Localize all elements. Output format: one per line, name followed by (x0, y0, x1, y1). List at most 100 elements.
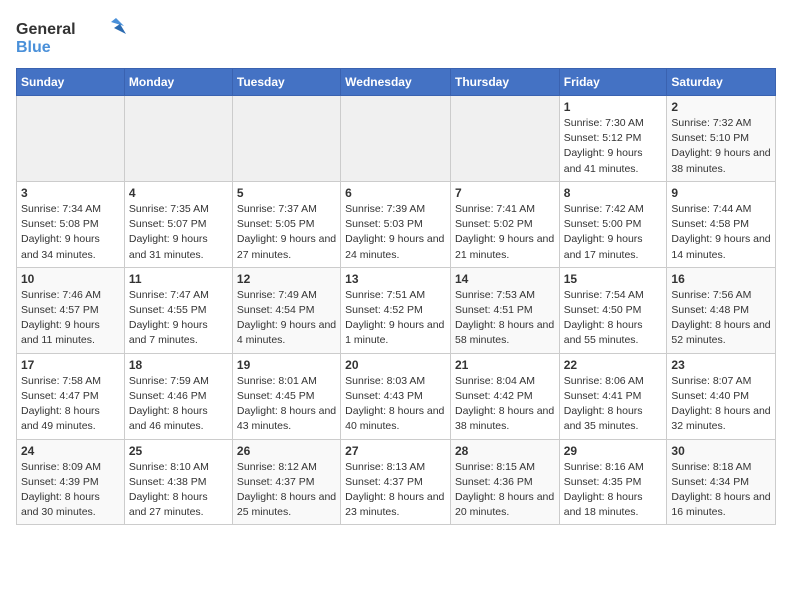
day-number: 29 (564, 444, 663, 458)
day-number: 23 (671, 358, 771, 372)
calendar-cell: 7 Sunrise: 7:41 AM Sunset: 5:02 PM Daylig… (450, 181, 559, 267)
calendar-cell: 6Sunrise: 7:39 AM Sunset: 5:03 PM Daylig… (341, 181, 451, 267)
day-number: 5 (237, 186, 336, 200)
day-info: Sunrise: 7:32 AM Sunset: 5:10 PM Dayligh… (671, 116, 771, 177)
day-info: Sunrise: 8:06 AM Sunset: 4:41 PM Dayligh… (564, 374, 663, 435)
calendar-cell: 2 Sunrise: 7:32 AM Sunset: 5:10 PM Daylig… (667, 96, 776, 182)
day-number: 27 (345, 444, 446, 458)
calendar-cell: 4Sunrise: 7:35 AM Sunset: 5:07 PM Daylig… (124, 181, 232, 267)
day-info: Sunrise: 8:10 AM Sunset: 4:38 PM Dayligh… (129, 460, 228, 521)
day-number: 6 (345, 186, 446, 200)
day-number: 19 (237, 358, 336, 372)
day-number: 11 (129, 272, 228, 286)
week-row-4: 17 Sunrise: 7:58 AM Sunset: 4:47 PM Dayli… (17, 353, 776, 439)
calendar-cell (450, 96, 559, 182)
calendar-cell: 8 Sunrise: 7:42 AM Sunset: 5:00 PM Daylig… (559, 181, 667, 267)
day-info: Sunrise: 7:56 AM Sunset: 4:48 PM Dayligh… (671, 288, 771, 349)
day-number: 30 (671, 444, 771, 458)
day-info: Sunrise: 7:47 AM Sunset: 4:55 PM Dayligh… (129, 288, 228, 349)
calendar-cell: 19 Sunrise: 8:01 AM Sunset: 4:45 PM Dayli… (232, 353, 340, 439)
weekday-header-row: SundayMondayTuesdayWednesdayThursdayFrid… (17, 69, 776, 96)
calendar-cell: 1 Sunrise: 7:30 AM Sunset: 5:12 PM Daylig… (559, 96, 667, 182)
day-info: Sunrise: 8:13 AM Sunset: 4:37 PM Dayligh… (345, 460, 446, 521)
day-number: 12 (237, 272, 336, 286)
calendar-cell: 23Sunrise: 8:07 AM Sunset: 4:40 PM Dayli… (667, 353, 776, 439)
day-number: 21 (455, 358, 555, 372)
svg-text:General: General (16, 21, 76, 38)
day-number: 25 (129, 444, 228, 458)
calendar-cell: 27 Sunrise: 8:13 AM Sunset: 4:37 PM Dayli… (341, 439, 451, 525)
day-number: 3 (21, 186, 120, 200)
calendar-cell: 30 Sunrise: 8:18 AM Sunset: 4:34 PM Dayli… (667, 439, 776, 525)
day-info: Sunrise: 7:51 AM Sunset: 4:52 PM Dayligh… (345, 288, 446, 349)
svg-text:Blue: Blue (16, 39, 51, 56)
logo: GeneralBlue (16, 16, 126, 58)
day-number: 22 (564, 358, 663, 372)
day-number: 26 (237, 444, 336, 458)
day-info: Sunrise: 8:12 AM Sunset: 4:37 PM Dayligh… (237, 460, 336, 521)
day-info: Sunrise: 7:42 AM Sunset: 5:00 PM Dayligh… (564, 202, 663, 263)
week-row-2: 3 Sunrise: 7:34 AM Sunset: 5:08 PM Daylig… (17, 181, 776, 267)
day-info: Sunrise: 8:18 AM Sunset: 4:34 PM Dayligh… (671, 460, 771, 521)
day-info: Sunrise: 8:09 AM Sunset: 4:39 PM Dayligh… (21, 460, 120, 521)
day-info: Sunrise: 7:46 AM Sunset: 4:57 PM Dayligh… (21, 288, 120, 349)
weekday-header-tuesday: Tuesday (232, 69, 340, 96)
day-info: Sunrise: 7:34 AM Sunset: 5:08 PM Dayligh… (21, 202, 120, 263)
calendar-cell: 22 Sunrise: 8:06 AM Sunset: 4:41 PM Dayli… (559, 353, 667, 439)
day-info: Sunrise: 8:01 AM Sunset: 4:45 PM Dayligh… (237, 374, 336, 435)
week-row-5: 24 Sunrise: 8:09 AM Sunset: 4:39 PM Dayli… (17, 439, 776, 525)
day-number: 8 (564, 186, 663, 200)
calendar-cell: 24 Sunrise: 8:09 AM Sunset: 4:39 PM Dayli… (17, 439, 125, 525)
weekday-header-monday: Monday (124, 69, 232, 96)
day-info: Sunrise: 7:59 AM Sunset: 4:46 PM Dayligh… (129, 374, 228, 435)
weekday-header-friday: Friday (559, 69, 667, 96)
day-info: Sunrise: 7:53 AM Sunset: 4:51 PM Dayligh… (455, 288, 555, 349)
calendar-cell: 25 Sunrise: 8:10 AM Sunset: 4:38 PM Dayli… (124, 439, 232, 525)
calendar-cell: 16 Sunrise: 7:56 AM Sunset: 4:48 PM Dayli… (667, 267, 776, 353)
weekday-header-wednesday: Wednesday (341, 69, 451, 96)
day-number: 16 (671, 272, 771, 286)
day-number: 24 (21, 444, 120, 458)
calendar-cell: 13Sunrise: 7:51 AM Sunset: 4:52 PM Dayli… (341, 267, 451, 353)
calendar-cell (17, 96, 125, 182)
calendar-cell (124, 96, 232, 182)
day-number: 17 (21, 358, 120, 372)
day-number: 15 (564, 272, 663, 286)
day-number: 1 (564, 100, 663, 114)
day-number: 14 (455, 272, 555, 286)
day-number: 4 (129, 186, 228, 200)
weekday-header-saturday: Saturday (667, 69, 776, 96)
week-row-1: 1 Sunrise: 7:30 AM Sunset: 5:12 PM Daylig… (17, 96, 776, 182)
calendar-cell: 29Sunrise: 8:16 AM Sunset: 4:35 PM Dayli… (559, 439, 667, 525)
calendar-cell: 5Sunrise: 7:37 AM Sunset: 5:05 PM Daylig… (232, 181, 340, 267)
calendar-cell: 12 Sunrise: 7:49 AM Sunset: 4:54 PM Dayli… (232, 267, 340, 353)
day-info: Sunrise: 7:30 AM Sunset: 5:12 PM Dayligh… (564, 116, 663, 177)
calendar-cell (341, 96, 451, 182)
logo-svg: GeneralBlue (16, 16, 126, 58)
calendar-cell: 10Sunrise: 7:46 AM Sunset: 4:57 PM Dayli… (17, 267, 125, 353)
day-info: Sunrise: 8:04 AM Sunset: 4:42 PM Dayligh… (455, 374, 555, 435)
calendar-cell: 21 Sunrise: 8:04 AM Sunset: 4:42 PM Dayli… (450, 353, 559, 439)
page-header: GeneralBlue (16, 16, 776, 58)
day-number: 18 (129, 358, 228, 372)
calendar-cell: 14 Sunrise: 7:53 AM Sunset: 4:51 PM Dayli… (450, 267, 559, 353)
day-info: Sunrise: 7:41 AM Sunset: 5:02 PM Dayligh… (455, 202, 555, 263)
weekday-header-sunday: Sunday (17, 69, 125, 96)
calendar-cell: 28 Sunrise: 8:15 AM Sunset: 4:36 PM Dayli… (450, 439, 559, 525)
day-number: 7 (455, 186, 555, 200)
calendar-cell: 18 Sunrise: 7:59 AM Sunset: 4:46 PM Dayli… (124, 353, 232, 439)
day-number: 2 (671, 100, 771, 114)
calendar-cell: 15 Sunrise: 7:54 AM Sunset: 4:50 PM Dayli… (559, 267, 667, 353)
day-number: 28 (455, 444, 555, 458)
day-info: Sunrise: 7:49 AM Sunset: 4:54 PM Dayligh… (237, 288, 336, 349)
week-row-3: 10Sunrise: 7:46 AM Sunset: 4:57 PM Dayli… (17, 267, 776, 353)
day-info: Sunrise: 7:58 AM Sunset: 4:47 PM Dayligh… (21, 374, 120, 435)
calendar-cell: 26 Sunrise: 8:12 AM Sunset: 4:37 PM Dayli… (232, 439, 340, 525)
calendar-cell: 17 Sunrise: 7:58 AM Sunset: 4:47 PM Dayli… (17, 353, 125, 439)
calendar-cell: 20Sunrise: 8:03 AM Sunset: 4:43 PM Dayli… (341, 353, 451, 439)
day-number: 20 (345, 358, 446, 372)
weekday-header-thursday: Thursday (450, 69, 559, 96)
day-info: Sunrise: 7:54 AM Sunset: 4:50 PM Dayligh… (564, 288, 663, 349)
day-info: Sunrise: 8:15 AM Sunset: 4:36 PM Dayligh… (455, 460, 555, 521)
calendar-cell (232, 96, 340, 182)
